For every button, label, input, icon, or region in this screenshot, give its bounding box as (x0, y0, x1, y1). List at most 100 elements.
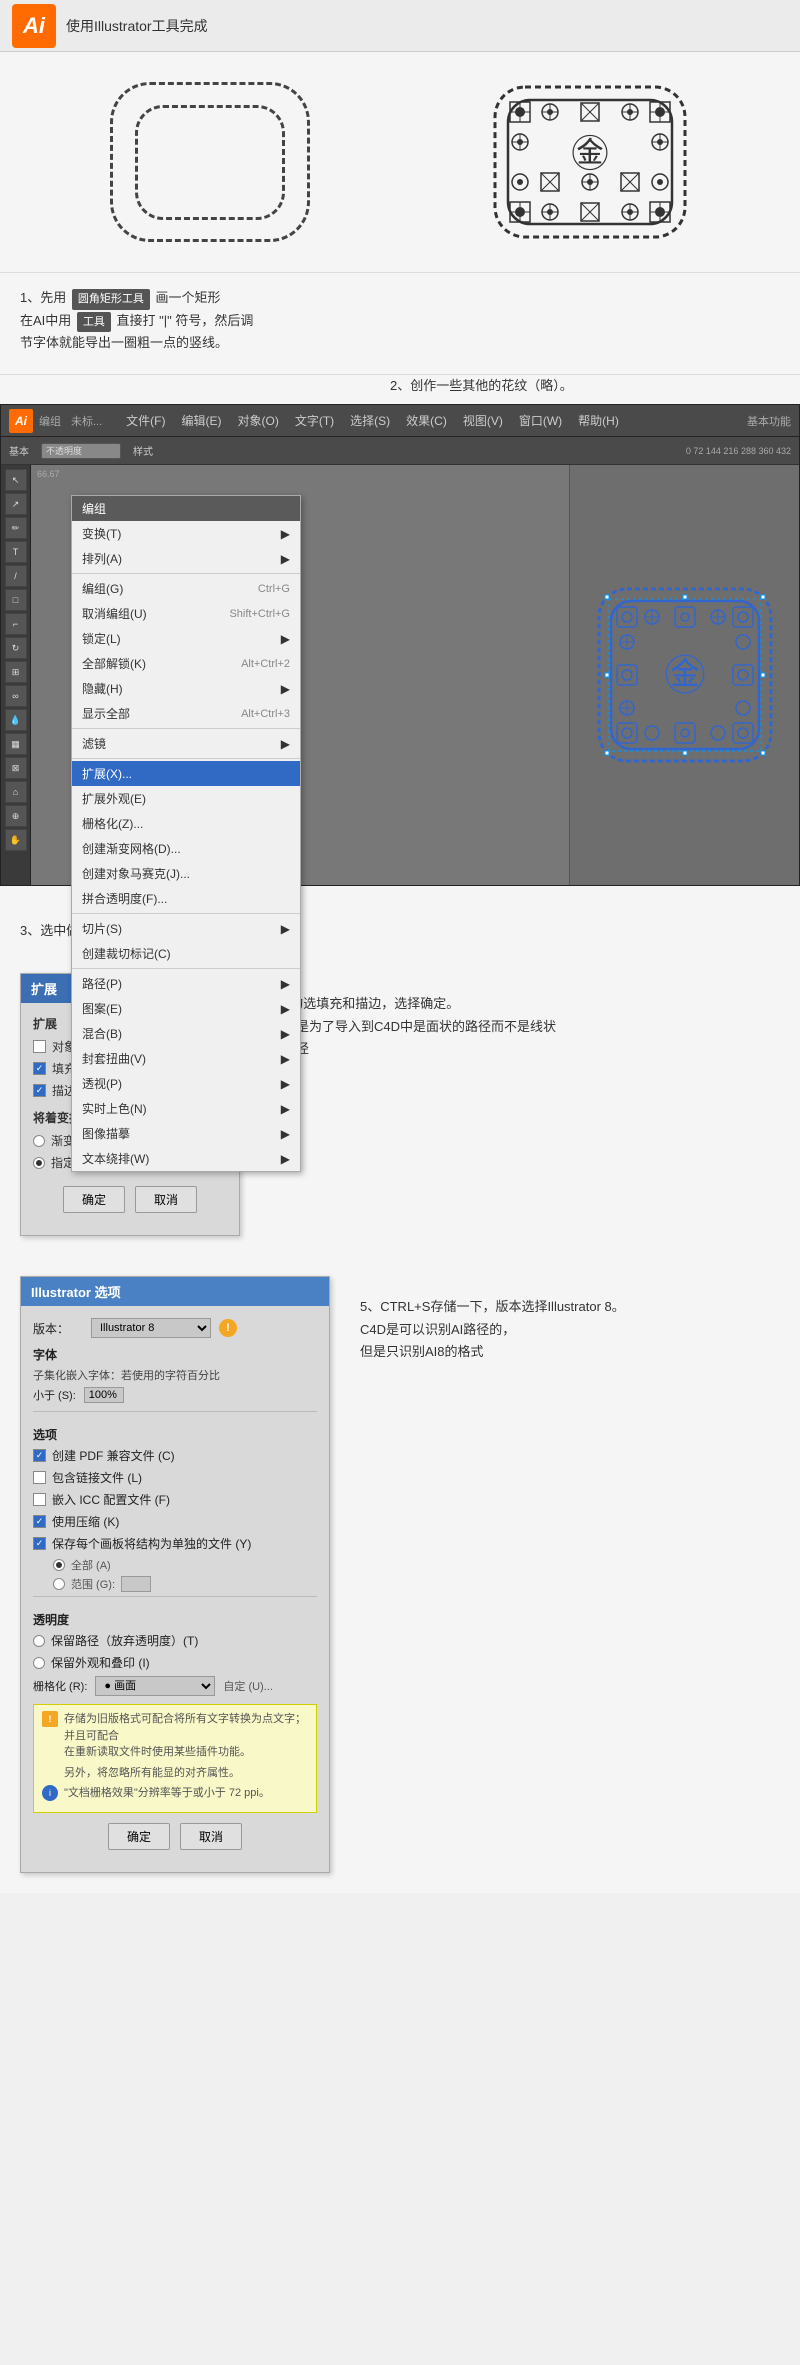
menu-image-trace[interactable]: 图像描摹▶ (72, 1121, 300, 1146)
direct-select-tool[interactable]: ↗ (5, 493, 27, 515)
artboard-checkbox[interactable]: ✓ (33, 1537, 46, 1550)
step2-desc: 2、创作一些其他的花纹（略）。 (0, 375, 800, 404)
menu-group[interactable]: 编组(G)Ctrl+G (72, 576, 300, 601)
type-tool[interactable]: T (5, 541, 27, 563)
menu-expand[interactable]: 扩展(X)... (72, 761, 300, 786)
rotate-tool[interactable]: ↻ (5, 637, 27, 659)
menu-transform[interactable]: 变换(T)▶ (72, 521, 300, 546)
ai-options-ok-button[interactable]: 确定 (108, 1823, 170, 1850)
menu-filter[interactable]: 滤镜▶ (72, 731, 300, 756)
pdf-checkbox[interactable]: ✓ (33, 1449, 46, 1462)
gradient-tool[interactable]: ▦ (5, 733, 27, 755)
menu-slice[interactable]: 切片(S)▶ (72, 916, 300, 941)
submenu-arrow: ▶ (281, 632, 290, 646)
trans-appearance[interactable]: 保留外观和叠印 (I) (33, 1654, 317, 1671)
menu-edit[interactable]: 编辑(E) (174, 410, 230, 431)
fill-checkbox[interactable]: ✓ (33, 1062, 46, 1075)
opt-compress[interactable]: ✓ 使用压缩 (K) (33, 1513, 317, 1530)
menu-text-wrap[interactable]: 文本绕排(W)▶ (72, 1146, 300, 1171)
menu-crop-marks[interactable]: 创建裁切标记(C) (72, 941, 300, 966)
ai-menu-bar[interactable]: 文件(F) 编辑(E) 对象(O) 文字(T) 选择(S) 效果(C) 视图(V… (118, 410, 627, 431)
grid-radio[interactable] (33, 1135, 45, 1147)
menu-arrange[interactable]: 排列(A)▶ (72, 546, 300, 571)
context-menu: 编组 变换(T)▶ 排列(A)▶ 编组(G)Ctrl+G 取消编组(U)Shif… (71, 495, 301, 1172)
opt-artboard[interactable]: ✓ 保存每个画板将结构为单独的文件 (Y) (33, 1535, 317, 1552)
select-tool[interactable]: ↖ (5, 469, 27, 491)
warning-text-1: 存储为旧版格式可配合将所有文字转换为点文字；并且可配合在重新读取文件时使用某些插… (64, 1711, 308, 1761)
menu-hide[interactable]: 隐藏(H)▶ (72, 676, 300, 701)
menu-blend[interactable]: 混合(B)▶ (72, 1021, 300, 1046)
expand-ok-button[interactable]: 确定 (63, 1186, 125, 1213)
submenu-arrow: ▶ (281, 1102, 290, 1116)
menu-pattern[interactable]: 图案(E)▶ (72, 996, 300, 1021)
trans-appearance-label: 保留外观和叠印 (I) (51, 1654, 150, 1671)
range-input[interactable] (121, 1576, 151, 1592)
line-tool[interactable]: / (5, 565, 27, 587)
opt-pdf[interactable]: ✓ 创建 PDF 兼容文件 (C) (33, 1447, 317, 1464)
menu-window[interactable]: 窗口(W) (511, 410, 570, 431)
version-select[interactable]: Illustrator 8 (91, 1318, 211, 1338)
submenu-arrow: ▶ (281, 1077, 290, 1091)
eyedrop-tool[interactable]: 💧 (5, 709, 27, 731)
menu-text[interactable]: 文字(T) (287, 410, 342, 431)
menu-lock[interactable]: 锁定(L)▶ (72, 626, 300, 651)
ai-options-buttons: 确定 取消 (33, 1813, 317, 1860)
menu-effect[interactable]: 效果(C) (398, 410, 455, 431)
opacity-label: 不透明度 (46, 444, 82, 457)
scale-tool[interactable]: ⊞ (5, 661, 27, 683)
compress-checkbox[interactable]: ✓ (33, 1515, 46, 1528)
menu-mosaic[interactable]: 创建对象马赛克(J)... (72, 861, 300, 886)
menu-expand-appearance[interactable]: 扩展外观(E) (72, 786, 300, 811)
svg-text:㊎: ㊎ (571, 134, 609, 176)
menu-live-paint[interactable]: 实时上色(N)▶ (72, 1096, 300, 1121)
expand-cancel-button[interactable]: 取消 (135, 1186, 197, 1213)
font-percent-input[interactable] (84, 1387, 124, 1403)
menu-file[interactable]: 文件(F) (118, 410, 173, 431)
all-radio[interactable] (53, 1559, 65, 1571)
mesh-tool[interactable]: ⊠ (5, 757, 27, 779)
blue-pattern-svg: ㊎ (595, 585, 775, 765)
menu-envelope[interactable]: 封套扭曲(V)▶ (72, 1046, 300, 1071)
specify-radio[interactable] (33, 1157, 45, 1169)
menu-select[interactable]: 选择(S) (342, 410, 398, 431)
ai-options-body: 版本： Illustrator 8 ! 字体 子集化嵌入字体：若使用的字符百分比… (21, 1306, 329, 1872)
ai-application-window: Ai 编组 未标... 文件(F) 编辑(E) 对象(O) 文字(T) 选择(S… (0, 404, 800, 886)
warning-section: ! 存储为旧版格式可配合将所有文字转换为点文字；并且可配合在重新读取文件时使用某… (33, 1704, 317, 1813)
stroke-checkbox[interactable]: ✓ (33, 1084, 46, 1097)
trans-path[interactable]: 保留路径（放弃透明度）(T) (33, 1632, 317, 1649)
trans-appearance-radio[interactable] (33, 1657, 45, 1669)
object-checkbox[interactable] (33, 1040, 46, 1053)
pen-tool[interactable]: ✏ (5, 517, 27, 539)
menu-path[interactable]: 路径(P)▶ (72, 971, 300, 996)
menu-object[interactable]: 对象(O) (230, 410, 287, 431)
warp-tool[interactable]: ⌂ (5, 781, 27, 803)
blend-tool[interactable]: ∞ (5, 685, 27, 707)
icc-checkbox[interactable] (33, 1493, 46, 1506)
opacity-slider[interactable]: 不透明度 (41, 443, 121, 459)
rect-tool[interactable]: □ (5, 589, 27, 611)
menu-view[interactable]: 视图(V) (455, 410, 511, 431)
opt-linked[interactable]: 包含链接文件 (L) (33, 1469, 317, 1486)
raster-select[interactable]: ● 画面 (95, 1676, 215, 1696)
hand-tool[interactable]: ✋ (5, 829, 27, 851)
menu-show-all[interactable]: 显示全部Alt+Ctrl+3 (72, 701, 300, 726)
range-radio[interactable] (53, 1578, 65, 1590)
brush-tool[interactable]: ⌐ (5, 613, 27, 635)
options-label: 选项 (33, 1426, 317, 1443)
separator (72, 758, 300, 759)
ai-toolbar: 基本 不透明度 样式 0 72 144 216 288 360 432 (1, 437, 799, 465)
menu-unlock-all[interactable]: 全部解锁(K)Alt+Ctrl+2 (72, 651, 300, 676)
trans-path-radio[interactable] (33, 1635, 45, 1647)
menu-flatten-transparency[interactable]: 拼合透明度(F)... (72, 886, 300, 911)
submenu-arrow: ▶ (281, 1027, 290, 1041)
opt-icc[interactable]: 嵌入 ICC 配置文件 (F) (33, 1491, 317, 1508)
menu-rasterize[interactable]: 栅格化(Z)... (72, 811, 300, 836)
ai-options-cancel-button[interactable]: 取消 (180, 1823, 242, 1850)
linked-checkbox[interactable] (33, 1471, 46, 1484)
menu-help[interactable]: 帮助(H) (570, 410, 627, 431)
tool-name-badge2: 工具 (77, 312, 111, 333)
menu-ungroup[interactable]: 取消编组(U)Shift+Ctrl+G (72, 601, 300, 626)
menu-perspective[interactable]: 透视(P)▶ (72, 1071, 300, 1096)
zoom-tool[interactable]: ⊕ (5, 805, 27, 827)
menu-gradient-mesh[interactable]: 创建渐变网格(D)... (72, 836, 300, 861)
